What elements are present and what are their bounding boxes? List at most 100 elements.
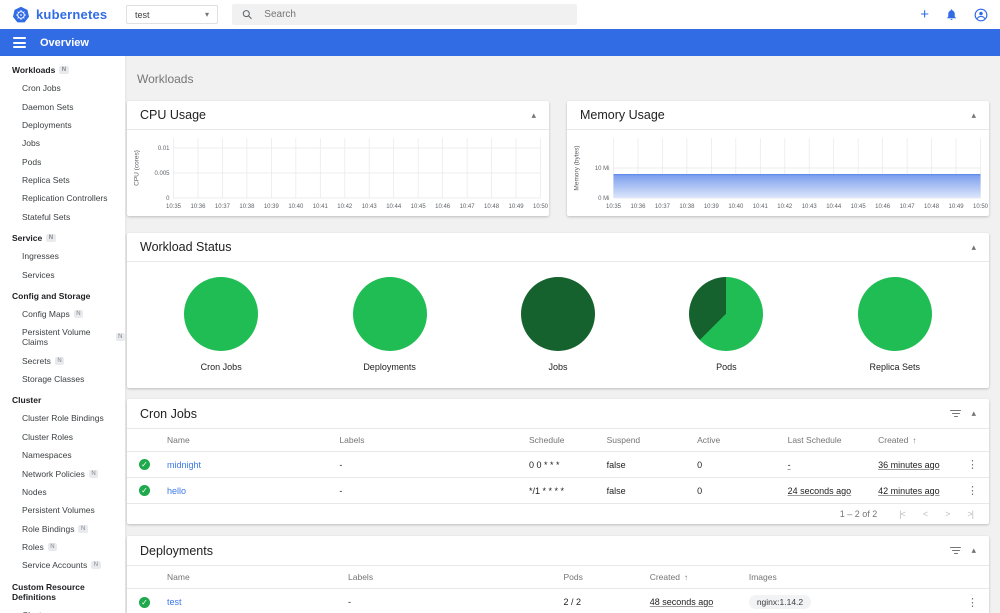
collapse-icon[interactable]: ▴ (971, 242, 976, 252)
column-header-empty (959, 428, 989, 452)
resource-link[interactable]: test (167, 597, 182, 607)
sort-ascending-icon[interactable]: ↑ (684, 573, 688, 582)
sidebar-item-pods[interactable]: Pods (0, 153, 125, 171)
svg-text:10:37: 10:37 (215, 204, 231, 210)
column-header-labels[interactable]: Labels (335, 428, 526, 452)
svg-text:10:48: 10:48 (484, 204, 500, 210)
sort-ascending-icon[interactable]: ↑ (912, 436, 916, 445)
sidebar-item-network-policies[interactable]: Network Policies N (0, 464, 125, 482)
sidebar-item-persistent-volume-claims[interactable]: Persistent Volume Claims N (0, 323, 125, 351)
column-header-pods[interactable]: Pods (559, 565, 646, 589)
account-button[interactable] (974, 8, 988, 22)
pie-chart-label: Replica Sets (869, 362, 921, 372)
sidebar-item-label: Deployments (22, 119, 72, 130)
menu-icon[interactable] (13, 37, 26, 48)
sidebar-item-label: Cluster Role Bindings (22, 413, 104, 424)
search-input[interactable] (262, 8, 567, 21)
sidebar-item-cluster-role-bindings[interactable]: Cluster Role Bindings (0, 409, 125, 427)
kubernetes-logo[interactable]: kubernetes (12, 6, 112, 24)
sidebar-item-replication-controllers[interactable]: Replication Controllers (0, 189, 125, 207)
sidebar-item-config-maps[interactable]: Config Maps N (0, 305, 125, 323)
collapse-icon[interactable]: ▴ (971, 409, 976, 418)
column-header-name[interactable]: Name (163, 428, 336, 452)
column-header-last-schedule[interactable]: Last Schedule (783, 428, 875, 452)
sidebar-item-role-bindings[interactable]: Role Bindings N (0, 520, 125, 538)
collapse-icon[interactable]: ▴ (531, 110, 536, 120)
label-chip: nginx:1.14.2 (748, 595, 812, 609)
table-title: Deployments (140, 543, 213, 558)
sidebar-nav: Workloads N Cron Jobs Daemon Sets Deployment… (0, 56, 125, 613)
svg-text:10:46: 10:46 (875, 204, 891, 210)
memory-usage-card: Memory Usage ▴ 10:35 10:36 10:37 10:38 10:39… (567, 101, 989, 216)
svg-text:10:35: 10:35 (166, 204, 182, 210)
sidebar-item-cron-jobs[interactable]: Cron Jobs (0, 79, 125, 97)
sidebar-item-jobs[interactable]: Jobs (0, 134, 125, 152)
user-icon (974, 8, 988, 21)
relative-time: - (787, 459, 791, 470)
pagination-first-button[interactable]: |< (899, 509, 906, 519)
sidebar-item-ingresses[interactable]: Ingresses (0, 247, 125, 265)
sidebar-item-storage-classes[interactable]: Storage Classes (0, 370, 125, 388)
sidebar-item-persistent-volumes[interactable]: Persistent Volumes (0, 501, 125, 519)
column-header-created[interactable]: Created ↑ (874, 428, 959, 452)
sidebar-item-label: Services (22, 269, 55, 280)
sidebar-item-daemon-sets[interactable]: Daemon Sets (0, 97, 125, 115)
pie-chart-pods (689, 277, 764, 351)
svg-text:10:46: 10:46 (435, 204, 451, 210)
memory-usage-chart: 10:35 10:36 10:37 10:38 10:39 10:40 10:41 10:42… (574, 138, 989, 210)
sidebar-item-label: Config Maps (22, 308, 70, 319)
pie-chart-label: Jobs (548, 362, 568, 372)
resource-link[interactable]: hello (167, 486, 186, 496)
pagination-prev-button[interactable]: < (923, 509, 928, 519)
svg-text:10:40: 10:40 (288, 204, 304, 210)
svg-text:10:37: 10:37 (655, 204, 671, 210)
sidebar-item-deployments[interactable]: Deployments (0, 116, 125, 134)
column-header-name[interactable]: Name (163, 565, 345, 589)
column-header-labels[interactable]: Labels (344, 565, 560, 589)
toolbar-title: Overview (40, 36, 89, 49)
column-header-images[interactable]: Images (744, 565, 959, 589)
filter-icon[interactable] (950, 546, 962, 555)
row-menu-button[interactable]: ⋮ (963, 459, 982, 471)
pagination-next-button[interactable]: > (945, 509, 950, 519)
workload-status-jobs: Jobs (483, 277, 633, 372)
resource-link[interactable]: midnight (167, 460, 201, 470)
collapse-icon[interactable]: ▴ (971, 546, 976, 555)
filter-icon[interactable] (950, 409, 962, 418)
sidebar-item-services[interactable]: Services (0, 265, 125, 283)
relative-time-cell: - (783, 451, 875, 478)
column-header-schedule[interactable]: Schedule (525, 428, 603, 452)
sidebar-item-service-accounts[interactable]: Service Accounts N (0, 556, 125, 574)
sidebar-item-namespaces[interactable]: Namespaces (0, 446, 125, 464)
sidebar-item-nodes[interactable]: Nodes (0, 483, 125, 501)
collapse-icon[interactable]: ▴ (971, 110, 976, 120)
column-header-active[interactable]: Active (693, 428, 784, 452)
sidebar-section-service: Service N (0, 226, 125, 247)
svg-text:10:41: 10:41 (753, 204, 769, 210)
sidebar-item-cluster[interactable]: Cluster (0, 606, 125, 613)
create-resource-button[interactable]: + (920, 7, 929, 22)
namespaced-badge: N (115, 333, 125, 342)
notifications-button[interactable] (945, 8, 958, 21)
svg-text:10:38: 10:38 (679, 204, 695, 210)
namespace-selector[interactable]: test ▾ (126, 5, 218, 24)
pagination-last-button[interactable]: >| (967, 509, 974, 519)
text-cell: 2 / 2 (559, 588, 646, 613)
pie-chart-cron-jobs (184, 277, 259, 351)
sidebar-item-roles[interactable]: Roles N (0, 538, 125, 556)
pie-chart-label: Cron Jobs (200, 362, 242, 372)
sidebar-item-stateful-sets[interactable]: Stateful Sets (0, 208, 125, 226)
sidebar-item-secrets[interactable]: Secrets N (0, 352, 125, 370)
workload-status-title: Workload Status (140, 240, 232, 254)
row-menu-button[interactable]: ⋮ (963, 485, 982, 497)
column-header-created[interactable]: Created ↑ (645, 565, 745, 589)
row-menu-button[interactable]: ⋮ (963, 597, 982, 609)
search-bar[interactable] (232, 4, 577, 25)
status-ok-icon: ✓ (139, 596, 150, 608)
namespaced-badge: N (54, 356, 65, 365)
page-toolbar: Overview (0, 29, 1000, 56)
column-header-suspend[interactable]: Suspend (602, 428, 694, 452)
sidebar-section-label: Cluster (12, 395, 42, 406)
sidebar-item-replica-sets[interactable]: Replica Sets (0, 171, 125, 189)
sidebar-item-cluster-roles[interactable]: Cluster Roles (0, 428, 125, 446)
